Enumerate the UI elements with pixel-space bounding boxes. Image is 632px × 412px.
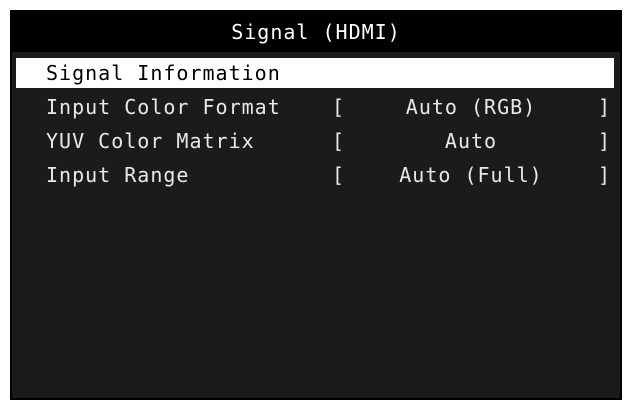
menu-item-label: Input Range (46, 163, 190, 187)
menu-item-input-range[interactable]: Input Range [ Auto (Full) ] (16, 160, 614, 190)
setting-value: Auto (Full) (399, 163, 543, 187)
menu-item-yuv-color-matrix[interactable]: YUV Color Matrix [ Auto ] (16, 126, 614, 156)
value-bracket-close: ] (598, 129, 612, 153)
menu-item-label: YUV Color Matrix (46, 129, 255, 153)
setting-value: Auto (RGB) (405, 95, 537, 119)
menu-item-label: Input Color Format (46, 95, 281, 119)
osd-menu: Signal (HDMI) Signal Information Input C… (10, 10, 622, 400)
menu-item-input-color-format[interactable]: Input Color Format [ Auto (RGB) ] (16, 92, 614, 122)
value-bracket-open: [ (332, 163, 346, 187)
value-bracket-close: ] (598, 95, 612, 119)
value-bracket-open: [ (332, 129, 346, 153)
value-bracket-close: ] (598, 163, 612, 187)
menu-item-signal-information[interactable]: Signal Information (16, 58, 614, 88)
menu-title: Signal (HDMI) (12, 12, 620, 52)
setting-value: Auto (444, 129, 498, 153)
menu-item-label: Signal Information (46, 61, 281, 85)
value-bracket-open: [ (332, 95, 346, 119)
